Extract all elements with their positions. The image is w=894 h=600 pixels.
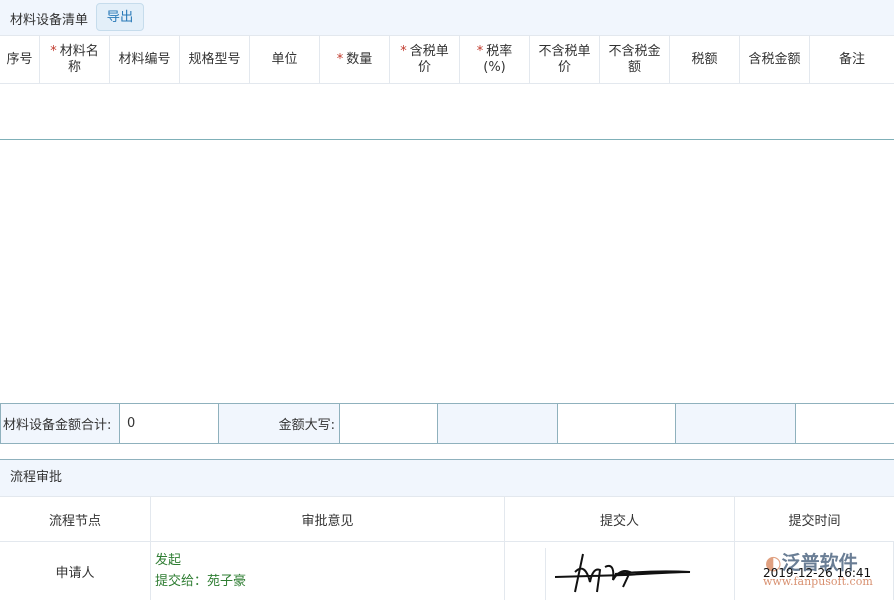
section-title: 材料设备清单 (10, 9, 88, 28)
process-header-node: 流程节点 (0, 497, 151, 542)
column-header: 序号 (0, 36, 40, 84)
column-header: 备注 (810, 36, 894, 84)
submitter-signature (505, 542, 735, 600)
column-label: 单位 (271, 52, 297, 67)
total-value: 0 (119, 403, 218, 444)
column-label: 含税金额 (749, 52, 801, 67)
column-header: 单位 (250, 36, 320, 84)
total-cell (795, 403, 894, 444)
column-label: 材料编号 (119, 52, 171, 67)
process-section-title: 流程审批 (0, 459, 894, 497)
amount-uppercase-label: 金额大写: (218, 403, 339, 444)
process-header-time: 提交时间 (735, 497, 894, 542)
required-marker: * (50, 44, 57, 59)
export-button[interactable]: 导出 (96, 3, 144, 31)
opinion-action: 发起 (155, 550, 181, 571)
total-label: 材料设备金额合计: (0, 403, 119, 444)
process-header-submitter: 提交人 (505, 497, 735, 542)
row-divider (0, 139, 894, 140)
column-header: 规格型号 (180, 36, 250, 84)
column-header: *税率(%) (460, 36, 530, 84)
required-marker: * (400, 44, 407, 59)
required-marker: * (337, 52, 344, 67)
total-cell (675, 403, 795, 444)
column-header: 材料编号 (110, 36, 180, 84)
column-label: 规格型号 (189, 52, 241, 67)
column-label: 序号 (6, 52, 32, 67)
amount-uppercase-value (339, 403, 437, 444)
process-opinion: 发起 提交给：苑子豪 (151, 542, 505, 600)
opinion-forward: 提交给：苑子豪 (155, 571, 246, 592)
column-header: *含税单价 (390, 36, 460, 84)
column-header: *数量 (320, 36, 390, 84)
column-header: 税额 (670, 36, 740, 84)
signature-image (505, 542, 734, 600)
process-header-opinion: 审批意见 (151, 497, 505, 542)
required-marker: * (477, 44, 484, 59)
column-label: 数量 (346, 52, 372, 67)
column-label: 不含税金额 (609, 44, 661, 75)
total-cell (437, 403, 557, 444)
total-cell (557, 403, 675, 444)
column-label: 备注 (839, 52, 865, 67)
toolbar: 材料设备清单 导出 (0, 0, 894, 36)
process-node: 申请人 (0, 542, 151, 600)
column-label: 材料名称 (60, 44, 99, 75)
column-header: 不含税金额 (600, 36, 670, 84)
column-label: 含税单价 (410, 44, 449, 75)
column-header: 不含税单价 (530, 36, 600, 84)
process-time-cell: ◐泛普软件 www.fanpusoft.com 2019-12-26 16:41 (735, 542, 894, 600)
column-label: 税额 (691, 52, 717, 67)
column-label: 税率(%) (483, 44, 512, 75)
column-label: 不含税单价 (539, 44, 591, 75)
submit-time: 2019-12-26 16:41 (763, 566, 871, 580)
column-header: *材料名称 (40, 36, 110, 84)
column-header: 含税金额 (740, 36, 810, 84)
